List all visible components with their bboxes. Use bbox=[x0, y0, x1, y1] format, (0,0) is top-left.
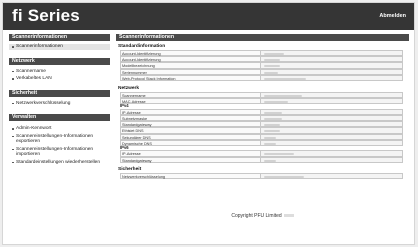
logout-link[interactable]: Abmelden bbox=[379, 13, 406, 19]
info-row: Netzwerkverschlüsselung bbox=[116, 172, 409, 179]
sidebar-item-scannerinfo[interactable]: Scannerinformationen bbox=[9, 44, 110, 50]
sidebar-item-scannername[interactable]: Scannername bbox=[9, 69, 110, 75]
copyright-text: Copyright PFU Limited bbox=[231, 213, 282, 219]
info-row: Dynamische DNS bbox=[116, 139, 409, 146]
sidebar: Scannerinformationen Scannerinformatione… bbox=[9, 34, 110, 165]
main-content: Scannerinformationen Standardinformation… bbox=[116, 34, 409, 179]
sidebar-section-network: Netzwerk bbox=[9, 57, 110, 65]
browser-frame: fi Series Abmelden Scannerinformationen … bbox=[2, 2, 415, 245]
page-title: Scannerinformationen bbox=[116, 34, 409, 41]
copyright-year-redacted bbox=[283, 214, 294, 218]
sidebar-item-export-settings[interactable]: Scannereinstellungen-Informationen expor… bbox=[9, 134, 104, 145]
footer: Copyright PFU Limited bbox=[116, 213, 409, 219]
top-header: fi Series Abmelden bbox=[3, 3, 414, 30]
sidebar-item-admin-password[interactable]: Admin-Kennwort bbox=[9, 126, 110, 132]
info-row: Web-Protocol Stack Information bbox=[116, 74, 409, 81]
sidebar-section-security: Sicherheit bbox=[9, 89, 110, 97]
sidebar-item-import-settings[interactable]: Scannereinstellungen-Informationen impor… bbox=[9, 147, 104, 158]
info-row: Standardgateway bbox=[116, 156, 409, 163]
info-row: MAC-Adresse bbox=[116, 98, 409, 105]
sidebar-item-restore-defaults[interactable]: Standardeinstellungen wiederherstellen bbox=[9, 160, 110, 166]
sidebar-section-manage: Verwalten bbox=[9, 114, 110, 121]
sidebar-item-wired-lan[interactable]: Verkabeltes LAN bbox=[9, 76, 110, 82]
sidebar-section-scannerinfo: Scannerinformationen bbox=[9, 34, 110, 41]
sidebar-item-network-encryption[interactable]: Netzwerkverschlüsselung bbox=[9, 101, 110, 107]
app-logo: fi Series bbox=[12, 6, 80, 25]
